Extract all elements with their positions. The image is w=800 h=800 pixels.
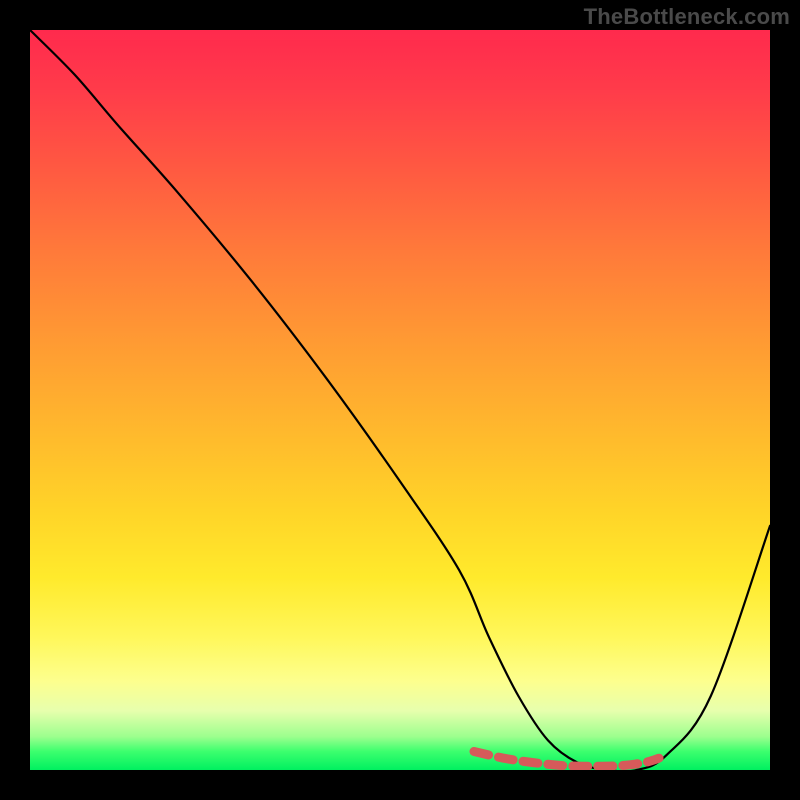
chart-frame: TheBottleneck.com: [0, 0, 800, 800]
watermark-text: TheBottleneck.com: [584, 4, 790, 30]
chart-svg: [30, 30, 770, 770]
plot-area: [30, 30, 770, 770]
optimal-range-dashes: [474, 752, 659, 767]
bottleneck-curve-line: [30, 30, 770, 770]
